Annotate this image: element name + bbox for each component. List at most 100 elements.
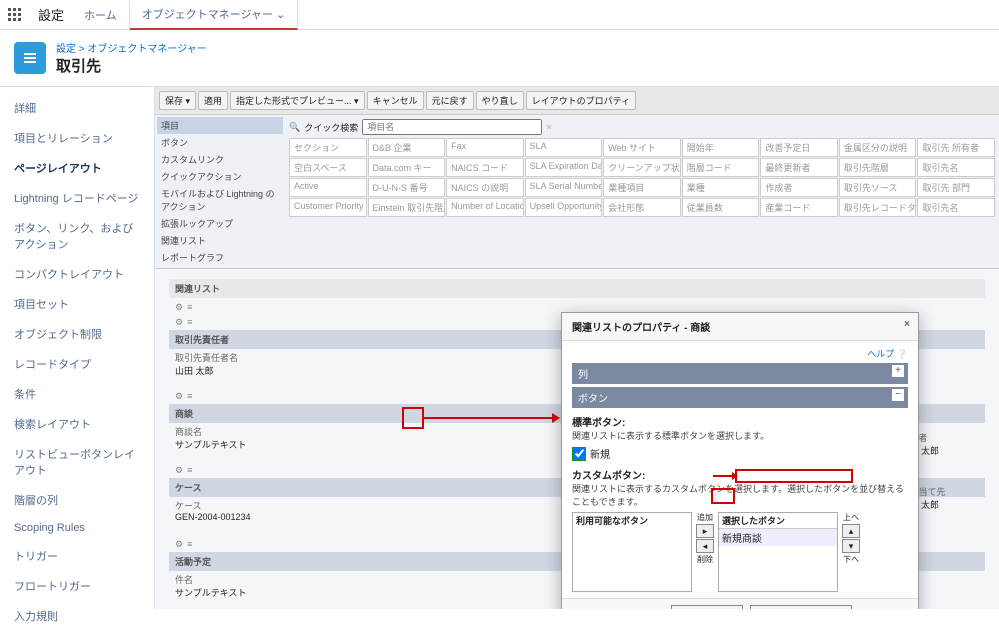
palette-category[interactable]: ボタン [157, 134, 283, 151]
tab-object-manager[interactable]: オブジェクトマネージャー ⌄ [130, 0, 299, 30]
up-button[interactable]: ▴ [842, 524, 860, 538]
new-checkbox[interactable] [573, 447, 586, 460]
palette-field[interactable]: クリーンアップ状況 [603, 158, 681, 177]
remove-button[interactable]: ◂ [696, 539, 714, 553]
order-controls: 上へ ▴ ▾ 下へ [842, 512, 860, 565]
palette-field[interactable]: Data.com キー [368, 158, 446, 177]
layout-toolbar: 保存 ▾適用指定した形式でプレビュー... ▾キャンセル元に戻すやり直しレイアウ… [155, 87, 999, 115]
tab-home[interactable]: ホーム [72, 1, 130, 29]
sidenav-item[interactable]: Scoping Rules [0, 515, 154, 541]
up-label: 上へ [843, 512, 859, 523]
search-input[interactable] [362, 119, 542, 135]
revert-button[interactable]: デフォルトに戻す [750, 605, 852, 609]
palette-field[interactable]: SLA Expiration Date [525, 158, 603, 177]
sidenav-item[interactable]: リストビューボタンレイアウト [0, 439, 154, 485]
breadcrumb[interactable]: 設定 > オブジェクトマネージャー [56, 40, 207, 55]
sidenav-item[interactable]: 入力規則 [0, 601, 154, 631]
toolbar-button[interactable]: 適用 [198, 91, 228, 110]
palette-fields: 🔍 クイック検索 × セクションD&B 企業FaxSLAWeb サイト開始年改善… [285, 115, 999, 268]
palette-field[interactable]: 会社形態 [603, 198, 681, 217]
selected-item[interactable]: 新規商談 [719, 529, 837, 546]
palette-field[interactable]: 取引先名 [917, 198, 995, 217]
palette-field[interactable]: Fax [446, 138, 524, 157]
custom-buttons-desc: 関連リストに表示するカスタムボタンを選択します。選択したボタンを並び替えることも… [572, 482, 908, 508]
palette-field[interactable]: 産業コード [760, 198, 838, 217]
toolbar-button[interactable]: 指定した形式でプレビュー... ▾ [230, 91, 365, 110]
palette-field[interactable]: D-U-N-S 番号 [368, 178, 446, 197]
sidenav-item[interactable]: ボタン、リンク、およびアクション [0, 213, 154, 259]
tab-label: オブジェクトマネージャー [142, 9, 273, 21]
palette-category[interactable]: 関連リスト [157, 232, 283, 249]
help-link[interactable]: ヘルプ [867, 349, 894, 359]
annotation-arrow-2 [713, 475, 733, 477]
palette-field[interactable]: 階層コード [682, 158, 760, 177]
palette-field[interactable]: D&B 企業 [368, 138, 446, 157]
sidenav-item[interactable]: 階層の列 [0, 485, 154, 515]
expand-icon[interactable]: + [892, 365, 904, 377]
palette-field[interactable]: Upsell Opportunity [525, 198, 603, 217]
clear-icon[interactable]: × [546, 122, 551, 132]
palette-field[interactable]: NAICS の説明 [446, 178, 524, 197]
selected-buttons-list[interactable]: 選択したボタン 新規商談 [718, 512, 838, 592]
annotation-arrow-1 [424, 417, 554, 419]
palette-field[interactable]: 取引先 所有者 [917, 138, 995, 157]
palette-field[interactable]: 業種項目 [603, 178, 681, 197]
palette-field[interactable]: 開始年 [682, 138, 760, 157]
palette-field[interactable]: 従業員数 [682, 198, 760, 217]
toolbar-button[interactable]: レイアウトのプロパティ [526, 91, 636, 110]
sidenav-item[interactable]: 項目セット [0, 289, 154, 319]
palette-field[interactable]: 取引先レコードタイプ [839, 198, 917, 217]
sidenav-item[interactable]: フロートリガー [0, 571, 154, 601]
toolbar-button[interactable]: キャンセル [367, 91, 424, 110]
remove-label: 削除 [697, 554, 713, 565]
palette-field[interactable]: 最終更新者 [760, 158, 838, 177]
palette-category[interactable]: レポートグラフ [157, 249, 283, 266]
down-button[interactable]: ▾ [842, 539, 860, 553]
palette-field[interactable]: セクション [289, 138, 367, 157]
palette-field[interactable]: Web サイト [603, 138, 681, 157]
palette-field[interactable]: 改善予定日 [760, 138, 838, 157]
palette-field[interactable]: 金属区分の説明 [839, 138, 917, 157]
palette-field[interactable]: SLA [525, 138, 603, 157]
app-launcher-icon[interactable] [0, 0, 30, 30]
close-icon[interactable]: × [904, 319, 910, 330]
sidenav-item[interactable]: 項目とリレーション [0, 123, 154, 153]
sidenav-item[interactable]: 詳細 [0, 93, 154, 123]
sidenav-item[interactable]: ページレイアウト [0, 153, 154, 183]
palette-field[interactable]: Customer Priority [289, 198, 367, 217]
sidenav-item[interactable]: Lightning レコードページ [0, 183, 154, 213]
palette-field[interactable]: 取引先 部門 [917, 178, 995, 197]
sidenav-item[interactable]: コンパクトレイアウト [0, 259, 154, 289]
palette-category[interactable]: カスタムリンク [157, 151, 283, 168]
sidenav-item[interactable]: オブジェクト制限 [0, 319, 154, 349]
collapse-icon[interactable]: − [892, 389, 904, 401]
sidenav-item[interactable]: 検索レイアウト [0, 409, 154, 439]
cancel-button[interactable]: キャンセル [671, 605, 743, 609]
palette-category[interactable]: モバイルおよび Lightning のアクション [157, 185, 283, 215]
section-buttons[interactable]: ボタン− [572, 387, 908, 408]
section-columns[interactable]: 列+ [572, 363, 908, 384]
modal-title-text: 関連リストのプロパティ - 商談 [572, 323, 710, 334]
palette-field[interactable]: Einstein 取引先階層 [368, 198, 446, 217]
palette-field[interactable]: 取引先ソース [839, 178, 917, 197]
palette-field[interactable]: Active [289, 178, 367, 197]
add-button[interactable]: ▸ [696, 524, 714, 538]
palette-field[interactable]: Number of Locations [446, 198, 524, 217]
palette-field[interactable]: SLA Serial Number [525, 178, 603, 197]
sidenav-item[interactable]: トリガー [0, 541, 154, 571]
sidenav-item[interactable]: 条件 [0, 379, 154, 409]
palette-field[interactable]: 取引先名 [917, 158, 995, 177]
palette-category[interactable]: 拡張ルックアップ [157, 215, 283, 232]
palette-field[interactable]: 業種 [682, 178, 760, 197]
palette-field[interactable]: 空白スペース [289, 158, 367, 177]
toolbar-button[interactable]: やり直し [476, 91, 524, 110]
palette-field[interactable]: NAICS コード [446, 158, 524, 177]
palette-field[interactable]: 取引先階層 [839, 158, 917, 177]
palette-field[interactable]: 作成者 [760, 178, 838, 197]
toolbar-button[interactable]: 保存 ▾ [159, 91, 196, 110]
palette-category[interactable]: クイックアクション [157, 168, 283, 185]
sidenav-item[interactable]: レコードタイプ [0, 349, 154, 379]
toolbar-button[interactable]: 元に戻す [426, 91, 474, 110]
available-buttons-list[interactable]: 利用可能なボタン [572, 512, 692, 592]
palette-category[interactable]: 項目 [157, 117, 283, 134]
